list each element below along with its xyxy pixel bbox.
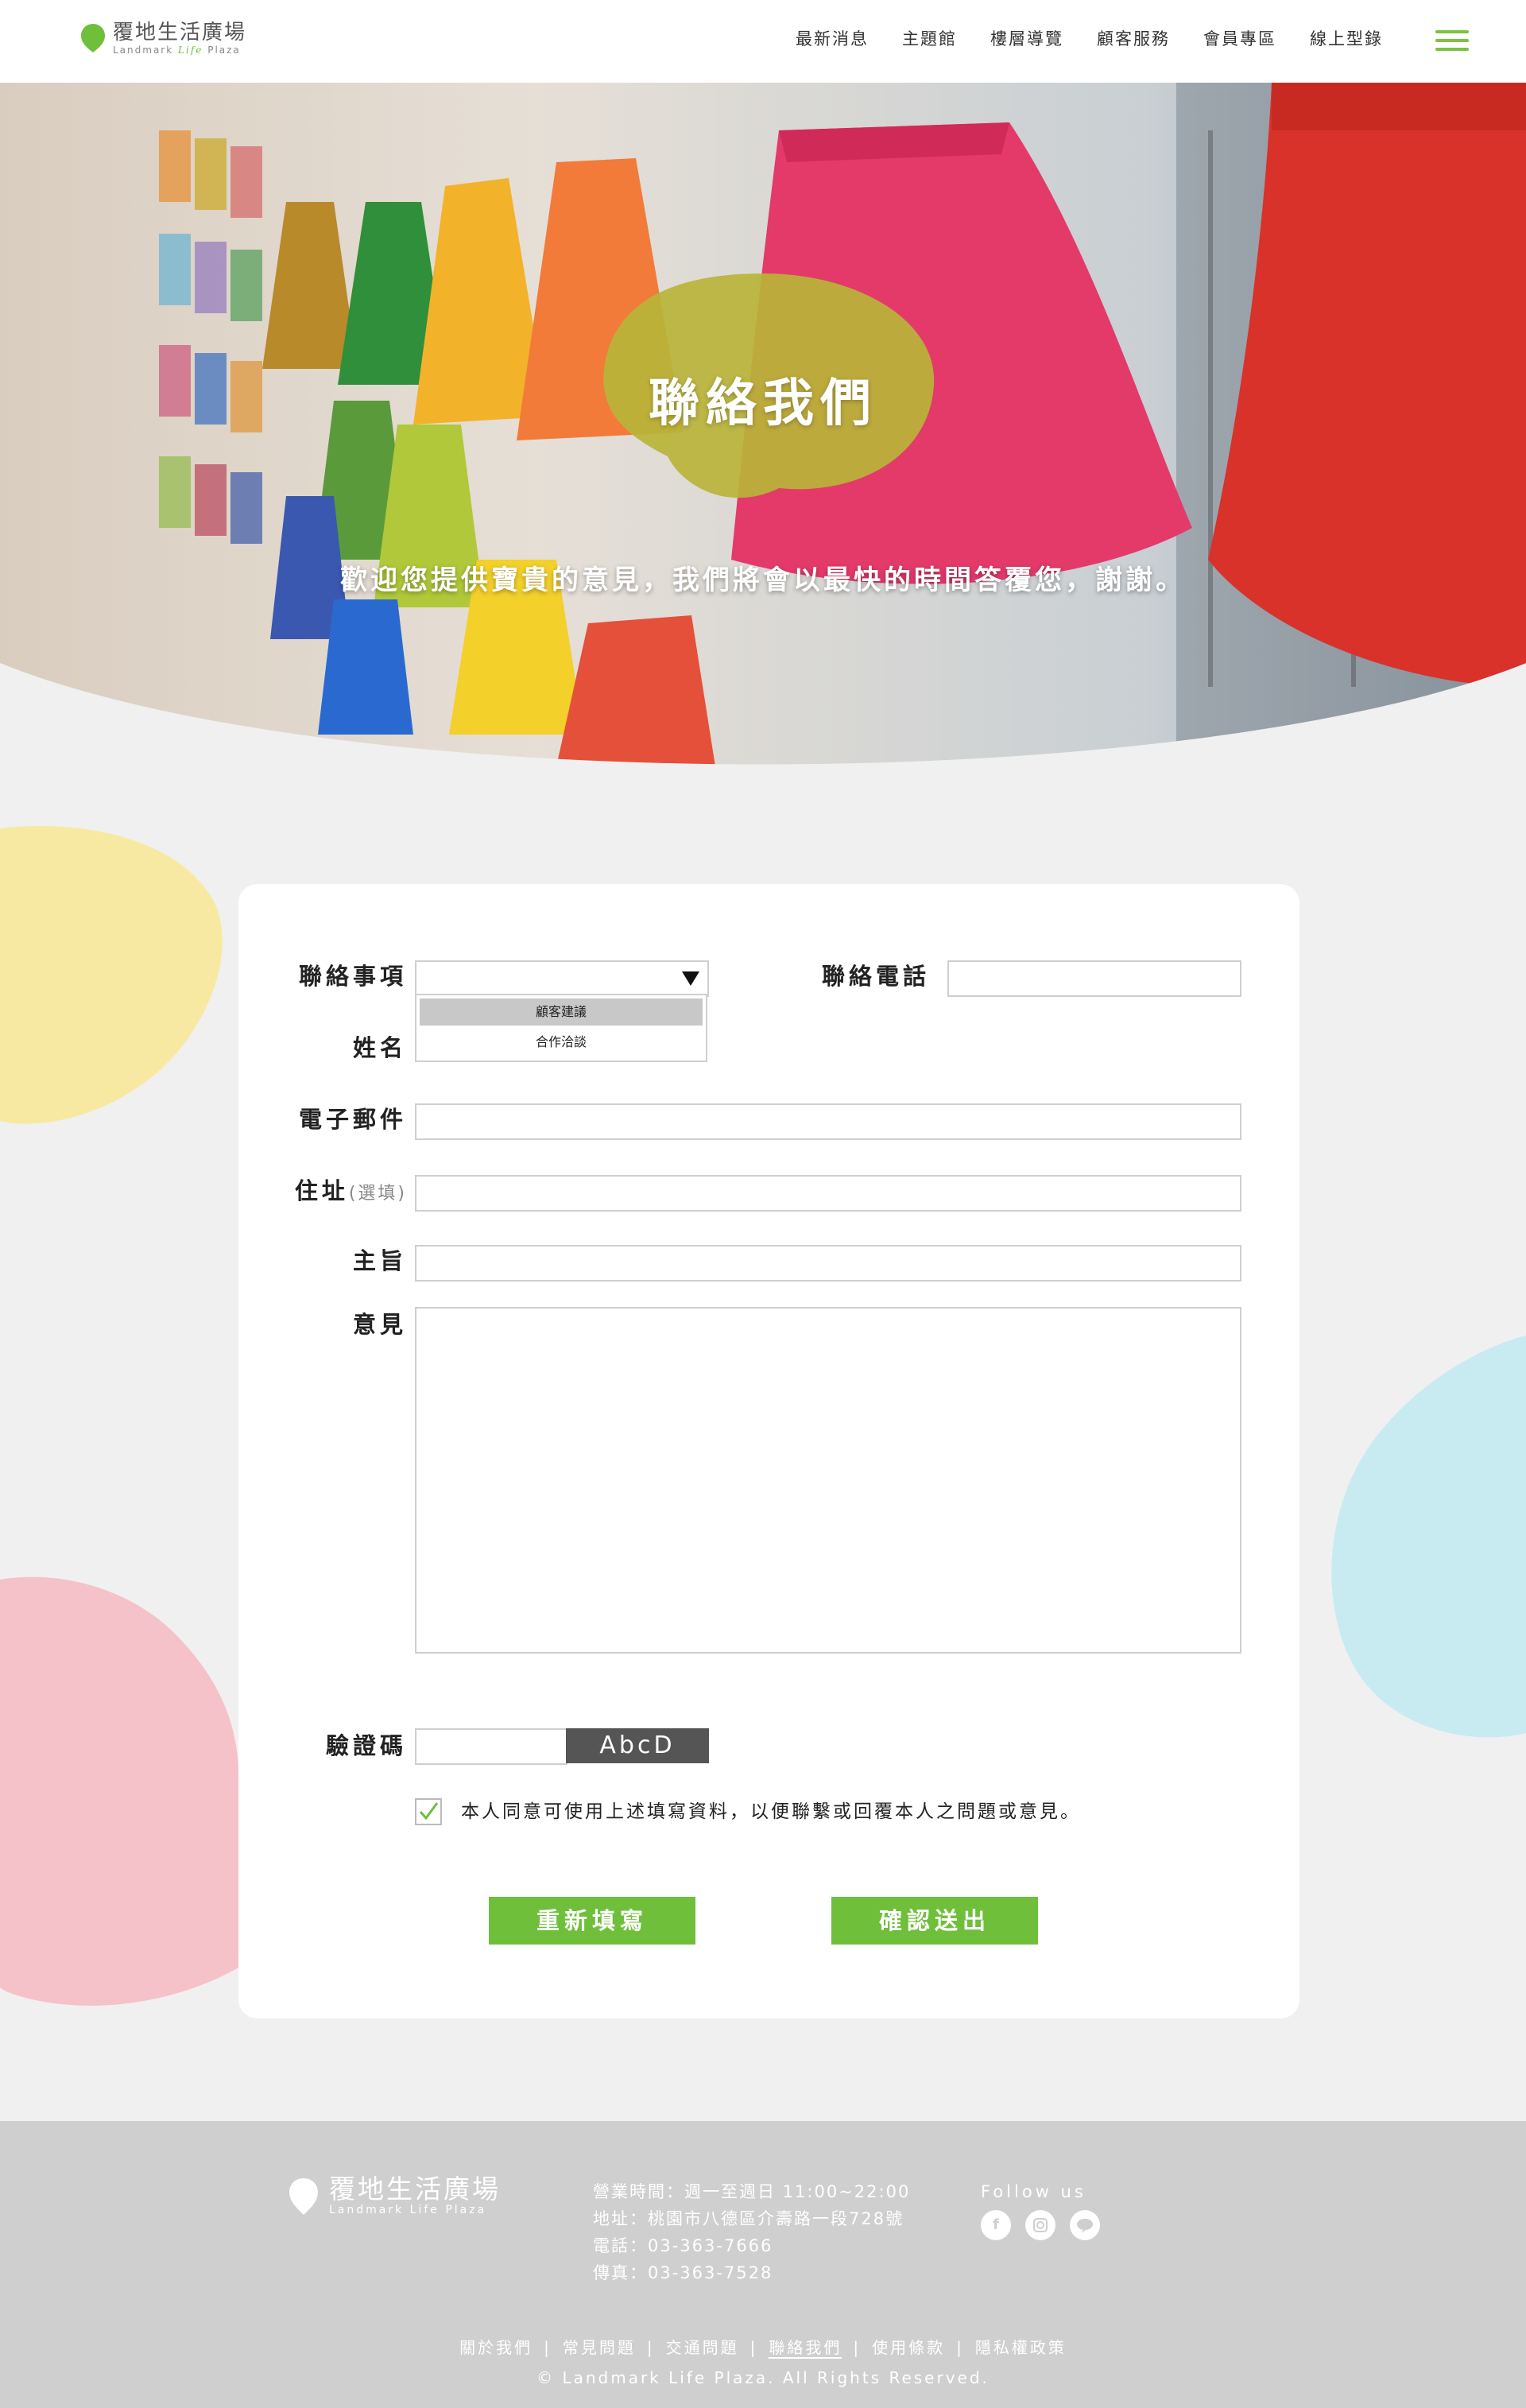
logo[interactable]: 覆地生活廣場 Landmark Life Plaza: [79, 21, 246, 56]
submit-button[interactable]: 確認送出: [831, 1897, 1038, 1945]
dropdown-option-cooperation[interactable]: 合作洽談: [420, 1029, 703, 1056]
category-select[interactable]: [415, 960, 709, 997]
facebook-icon[interactable]: f: [981, 2210, 1011, 2240]
consent-checkbox[interactable]: [415, 1798, 442, 1825]
line-icon[interactable]: [1070, 2210, 1100, 2240]
page-title: 聯絡我們: [649, 374, 877, 433]
fax-text: 傳真：03-363-7528: [593, 2263, 773, 2282]
subject-input[interactable]: [415, 1245, 1241, 1282]
optional-hint: (選填): [348, 1184, 407, 1204]
captcha-image: AbcD: [566, 1728, 709, 1763]
opening-hours: 營業時間：週一至週日 11:00~22:00: [593, 2182, 911, 2201]
yellow-blob: [0, 825, 223, 1124]
location-pin-icon: [81, 24, 105, 52]
main-nav: 最新消息 主題館 樓層導覽 顧客服務 會員專區 線上型錄: [762, 27, 1383, 51]
site-footer: 覆地生活廣場 Landmark Life Plaza 營業時間：週一至週日 11…: [0, 2121, 1526, 2408]
name-label: 姓名: [352, 1034, 407, 1061]
phone-text: 電話：03-363-7666: [593, 2236, 773, 2255]
store-info: 營業時間：週一至週日 11:00~22:00 地址：桃園市八德區介壽路一段728…: [593, 2178, 910, 2286]
follow-label: Follow us: [981, 2182, 1086, 2201]
subject-label: 主旨: [352, 1247, 407, 1274]
nav-item-floor-guide[interactable]: 樓層導覽: [990, 27, 1063, 51]
blue-blob: [1331, 1336, 1526, 1738]
address-text: 地址：桃園市八德區介壽路一段728號: [593, 2209, 904, 2228]
copyright: © Landmark Life Plaza. All Rights Reserv…: [536, 2368, 990, 2387]
logo-name-en: Landmark Life Plaza: [113, 45, 241, 56]
footer-logo-cn: 覆地生活廣場: [329, 2173, 501, 2204]
footer-logo[interactable]: 覆地生活廣場 Landmark Life Plaza: [288, 2175, 501, 2216]
consent-text: 本人同意可使用上述填寫資料，以便聯繫或回覆本人之問題或意見。: [461, 1801, 1081, 1822]
instagram-icon[interactable]: [1025, 2210, 1055, 2240]
footer-logo-en: Landmark Life Plaza: [329, 2204, 487, 2216]
menu-icon[interactable]: [1435, 30, 1469, 54]
email-label: 電子郵件: [298, 1106, 407, 1133]
nav-item-customer-service[interactable]: 顧客服務: [1097, 27, 1170, 51]
social-links: f: [981, 2210, 1114, 2240]
nav-item-news[interactable]: 最新消息: [796, 27, 869, 51]
reset-button[interactable]: 重新填寫: [489, 1897, 695, 1945]
address-input[interactable]: [415, 1175, 1241, 1212]
page-subtitle: 歡迎您提供寶貴的意見，我們將會以最快的時間答覆您，謝謝。: [340, 564, 1186, 596]
location-pin-icon: [289, 2178, 318, 2215]
site-header: 覆地生活廣場 Landmark Life Plaza 最新消息 主題館 樓層導覽…: [0, 0, 1526, 83]
phone-label: 聯絡電話: [821, 963, 930, 990]
footer-link-about[interactable]: 關於我們: [459, 2338, 533, 2357]
address-label: 住址(選填): [294, 1177, 407, 1204]
footer-link-contact[interactable]: 聯絡我們: [769, 2338, 842, 2359]
opinion-label: 意見: [352, 1311, 407, 1338]
captcha-input[interactable]: [415, 1728, 567, 1765]
logo-name-cn: 覆地生活廣場: [113, 21, 247, 45]
pink-blob: [0, 1576, 238, 2006]
footer-link-privacy[interactable]: 隱私權政策: [975, 2338, 1067, 2357]
nav-item-themes[interactable]: 主題館: [902, 27, 957, 51]
checkmark-icon: [419, 1802, 439, 1821]
footer-link-terms[interactable]: 使用條款: [872, 2338, 945, 2357]
footer-link-faq[interactable]: 常見問題: [563, 2338, 636, 2357]
dropdown-option-suggestion[interactable]: 顧客建議: [420, 998, 703, 1026]
phone-input[interactable]: [947, 960, 1241, 997]
captcha-label: 驗證碼: [325, 1732, 407, 1759]
category-dropdown: 顧客建議 合作洽談: [415, 994, 707, 1062]
caret-down-icon: [682, 971, 699, 986]
nav-item-members[interactable]: 會員專區: [1203, 27, 1276, 51]
nav-item-catalog[interactable]: 線上型錄: [1310, 27, 1383, 51]
opinion-textarea[interactable]: [415, 1307, 1241, 1654]
email-input[interactable]: [415, 1103, 1241, 1140]
footer-links: 關於我們 | 常見問題 | 交通問題 | 聯絡我們 | 使用條款 | 隱私權政策: [459, 2338, 1067, 2359]
hero-banner: 聯絡我們 歡迎您提供寶貴的意見，我們將會以最快的時間答覆您，謝謝。: [0, 83, 1526, 766]
contact-form-card: 聯絡事項 顧客建議 合作洽談 聯絡電話 姓名 電子郵件 住址(選填) 主旨 意見…: [238, 884, 1299, 2018]
footer-link-transport[interactable]: 交通問題: [666, 2338, 739, 2357]
category-label: 聯絡事項: [298, 963, 407, 990]
